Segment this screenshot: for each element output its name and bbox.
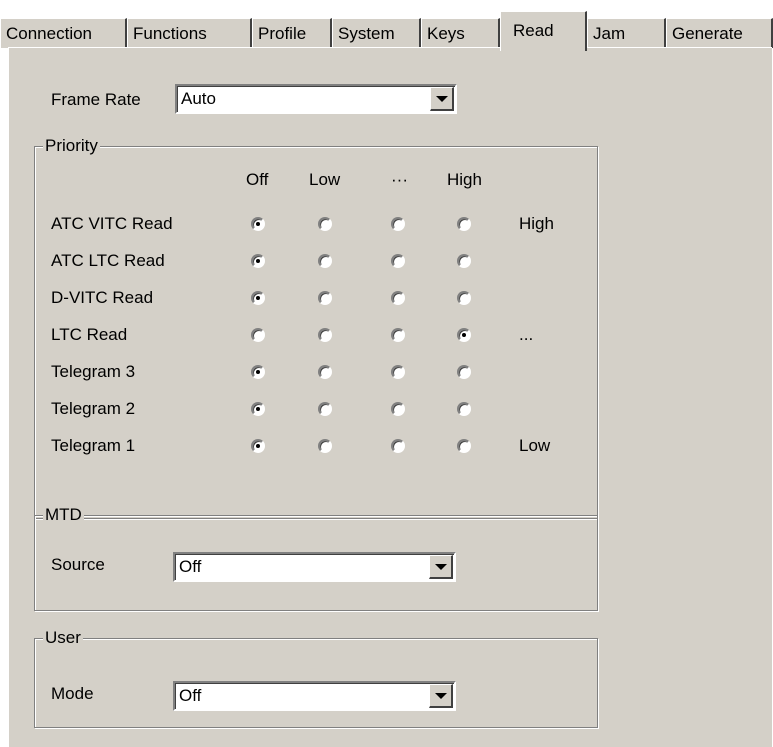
- user-group-title: User: [43, 628, 83, 647]
- tab-connection[interactable]: Connection: [0, 18, 127, 48]
- priority-row-label-telegram-3: Telegram 3: [51, 362, 136, 381]
- radio-ltc-read-mid[interactable]: [391, 328, 405, 342]
- radio-selected-dot: [256, 407, 260, 411]
- tab-jam[interactable]: Jam: [587, 18, 666, 48]
- radio-atc-ltc-read-mid[interactable]: [391, 254, 405, 268]
- tab-label: Functions: [133, 24, 207, 43]
- radio-selected-dot: [256, 222, 260, 226]
- read-settings-window: Connection Functions Profile System Keys…: [0, 0, 773, 747]
- priority-group-title: Priority: [43, 136, 100, 155]
- radio-telegram-1-low[interactable]: [318, 439, 332, 453]
- user-mode-select[interactable]: Off: [173, 681, 456, 711]
- frame-rate-dropdown-button[interactable]: [430, 87, 454, 111]
- priority-row-label-ltc-read: LTC Read: [51, 325, 128, 344]
- column-header-ellipsis: ···: [391, 170, 408, 189]
- tab-generate[interactable]: Generate: [666, 18, 773, 48]
- tab-label: Keys: [427, 24, 465, 43]
- radio-selected-dot: [462, 333, 466, 337]
- radio-atc-vitc-read-off[interactable]: [251, 217, 265, 231]
- radio-ltc-read-low[interactable]: [318, 328, 332, 342]
- user-mode-label: Mode: [51, 684, 94, 703]
- radio-telegram-1-mid[interactable]: [391, 439, 405, 453]
- radio-atc-vitc-read-mid[interactable]: [391, 217, 405, 231]
- radio-telegram-2-off[interactable]: [251, 402, 265, 416]
- radio-telegram-1-off[interactable]: [251, 439, 265, 453]
- tab-label: System: [338, 24, 395, 43]
- priority-row-label-d-vitc-read: D-VITC Read: [51, 288, 154, 307]
- radio-selected-dot: [256, 296, 260, 300]
- priority-row-label-atc-vitc-read: ATC VITC Read: [51, 214, 173, 233]
- radio-d-vitc-read-low[interactable]: [318, 291, 332, 305]
- tab-label: Jam: [593, 24, 626, 43]
- column-header-high: High: [447, 170, 482, 189]
- tab-strip: Connection Functions Profile System Keys…: [0, 0, 773, 51]
- read-tab-panel: Frame Rate Auto Priority Off Low ··· Hig…: [8, 47, 772, 747]
- radio-selected-dot: [256, 444, 260, 448]
- tab-system[interactable]: System: [332, 18, 421, 48]
- radio-ltc-read-high[interactable]: [457, 328, 471, 342]
- radio-telegram-3-high[interactable]: [457, 365, 471, 379]
- mtd-source-dropdown-button[interactable]: [429, 555, 453, 579]
- priority-row-label-telegram-1: Telegram 1: [51, 436, 136, 455]
- radio-telegram-3-mid[interactable]: [391, 365, 405, 379]
- radio-telegram-2-mid[interactable]: [391, 402, 405, 416]
- radio-telegram-1-high[interactable]: [457, 439, 471, 453]
- radio-atc-vitc-read-high[interactable]: [457, 217, 471, 231]
- tab-label: Generate: [672, 24, 743, 43]
- radio-d-vitc-read-mid[interactable]: [391, 291, 405, 305]
- chevron-down-icon: [435, 693, 447, 699]
- tab-label: Profile: [258, 24, 307, 43]
- priority-rank-label: Low: [519, 436, 551, 455]
- chevron-down-icon: [435, 564, 447, 570]
- user-mode-value: Off: [179, 686, 202, 705]
- radio-telegram-2-low[interactable]: [318, 402, 332, 416]
- frame-rate-value: Auto: [181, 89, 216, 108]
- tab-functions[interactable]: Functions: [127, 18, 252, 48]
- radio-atc-ltc-read-high[interactable]: [457, 254, 471, 268]
- chevron-down-icon: [436, 96, 448, 102]
- radio-atc-ltc-read-off[interactable]: [251, 254, 265, 268]
- tab-label: Read: [513, 21, 554, 40]
- tab-label: Connection: [6, 24, 93, 43]
- mtd-source-label: Source: [51, 555, 105, 574]
- frame-rate-label: Frame Rate: [51, 90, 141, 109]
- column-header-low: Low: [309, 170, 341, 189]
- priority-rank-label: ...: [519, 325, 534, 344]
- radio-selected-dot: [256, 370, 260, 374]
- radio-ltc-read-off[interactable]: [251, 328, 265, 342]
- radio-atc-vitc-read-low[interactable]: [318, 217, 332, 231]
- mtd-group-title: MTD: [43, 505, 84, 524]
- radio-selected-dot: [256, 259, 260, 263]
- tab-profile[interactable]: Profile: [252, 18, 332, 48]
- radio-d-vitc-read-high[interactable]: [457, 291, 471, 305]
- priority-row-label-telegram-2: Telegram 2: [51, 399, 136, 418]
- priority-rank-label: High: [519, 214, 554, 233]
- user-mode-dropdown-button[interactable]: [429, 684, 453, 708]
- tab-read[interactable]: Read: [500, 11, 587, 51]
- radio-telegram-3-low[interactable]: [318, 365, 332, 379]
- tab-keys[interactable]: Keys: [421, 18, 500, 48]
- column-header-off: Off: [246, 170, 269, 189]
- radio-telegram-3-off[interactable]: [251, 365, 265, 379]
- radio-telegram-2-high[interactable]: [457, 402, 471, 416]
- mtd-source-select[interactable]: Off: [173, 552, 456, 582]
- frame-rate-select[interactable]: Auto: [175, 84, 457, 114]
- mtd-source-value: Off: [179, 557, 202, 576]
- radio-atc-ltc-read-low[interactable]: [318, 254, 332, 268]
- radio-d-vitc-read-off[interactable]: [251, 291, 265, 305]
- priority-row-label-atc-ltc-read: ATC LTC Read: [51, 251, 165, 270]
